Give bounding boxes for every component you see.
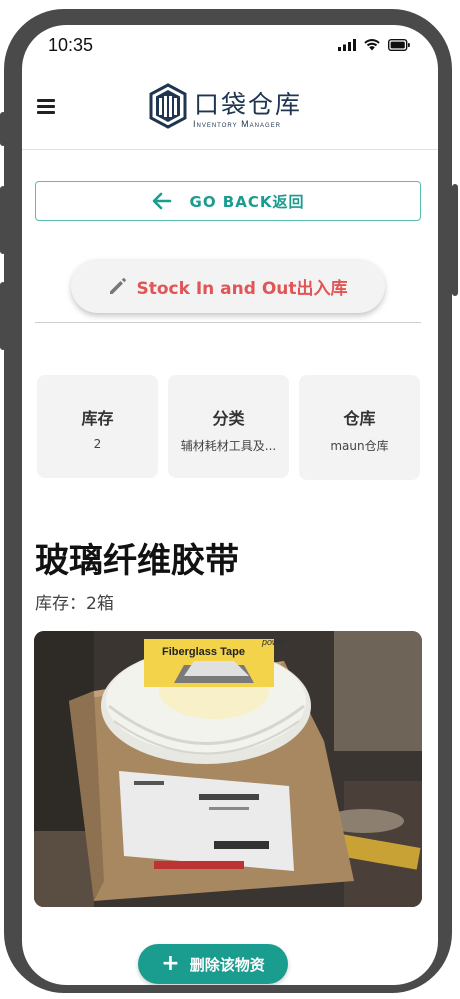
- card-value: 辅材耗材工具及...: [180, 439, 277, 453]
- logo-subtitle: Inventory Manager: [193, 119, 281, 129]
- app-bar: 口袋仓库 Inventory Manager: [22, 69, 438, 150]
- go-back-label: GO BACK返回: [189, 192, 305, 211]
- section-divider: [35, 322, 421, 323]
- arrow-left-icon: [152, 192, 172, 210]
- go-back-button[interactable]: GO BACK返回: [35, 181, 421, 221]
- card-title: 仓库: [343, 409, 376, 428]
- status-bar: 10:35: [22, 25, 438, 69]
- card-stock: 库存 2: [37, 375, 158, 478]
- status-icons: [338, 39, 410, 51]
- battery-icon: [388, 39, 410, 51]
- stock-in-out-button[interactable]: Stock In and Out出入库: [71, 259, 385, 313]
- pencil-icon: [108, 276, 128, 296]
- card-value: 2: [93, 437, 102, 451]
- card-value: maun仓库: [330, 439, 389, 453]
- photo-label-text: Fiberglass Tape: [162, 646, 245, 658]
- card-title: 库存: [81, 409, 114, 428]
- item-stock: 库存：2箱: [35, 594, 114, 614]
- warehouse-logo-icon: [149, 83, 187, 129]
- card-category: 分类 辅材耗材工具及...: [168, 375, 289, 478]
- status-time: 10:35: [48, 35, 94, 55]
- phone-screen: 10:35 口袋仓库 Inventory Manager GO BACK返回 S…: [22, 25, 438, 985]
- menu-icon[interactable]: [37, 99, 55, 114]
- card-title: 分类: [212, 409, 245, 428]
- delete-item-button[interactable]: + 删除该物资: [138, 944, 288, 984]
- delete-item-label: 删除该物资: [189, 955, 265, 974]
- signal-icon: [338, 39, 356, 51]
- photo-brand-text: power: [261, 637, 288, 647]
- device-power-button: [452, 184, 458, 296]
- wifi-icon: [364, 39, 380, 51]
- app-logo: 口袋仓库 Inventory Manager: [148, 83, 318, 133]
- stock-in-out-label: Stock In and Out出入库: [136, 278, 348, 299]
- plus-icon: +: [161, 951, 180, 976]
- logo-title: 口袋仓库: [194, 90, 303, 119]
- item-name: 玻璃纤维胶带: [35, 541, 239, 581]
- card-warehouse: 仓库 maun仓库: [299, 375, 420, 480]
- info-cards: 库存 2 分类 辅材耗材工具及... 仓库 maun仓库: [37, 375, 421, 481]
- item-photo: Fiberglass Tape power: [34, 631, 422, 907]
